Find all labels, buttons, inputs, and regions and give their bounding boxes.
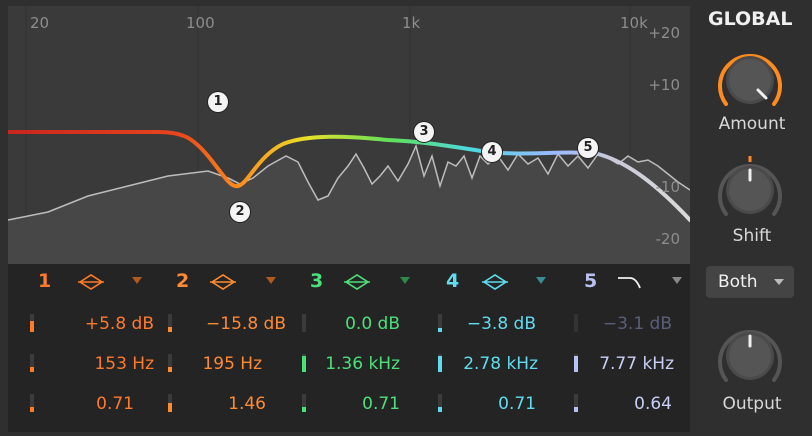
- band-header-4: 4: [446, 270, 556, 296]
- mode-dropdown-value: Both: [718, 272, 758, 292]
- output-knob[interactable]: [712, 318, 788, 394]
- freq-meter-1: [30, 354, 34, 372]
- band-menu-arrow-1[interactable]: [132, 277, 142, 284]
- shift-label: Shift: [732, 226, 772, 246]
- band-node-2[interactable]: 2: [230, 202, 250, 222]
- band-node-5[interactable]: 5: [578, 138, 598, 158]
- q-meter-2: [168, 394, 172, 412]
- freq-value-1[interactable]: 153 Hz: [44, 354, 154, 374]
- band-number-3: 3: [310, 270, 324, 292]
- band-number-5: 5: [584, 270, 598, 292]
- chevron-down-icon: [774, 279, 784, 285]
- gain-meter-5: [574, 314, 578, 332]
- output-label: Output: [722, 394, 782, 414]
- band-header-2: 2: [176, 270, 286, 296]
- band-header-1: 1: [38, 270, 148, 296]
- q-value-2[interactable]: 1.46: [176, 394, 266, 414]
- band-number-1: 1: [38, 270, 52, 292]
- shift-knob[interactable]: [712, 152, 788, 228]
- lowpass-filter-icon[interactable]: [616, 272, 642, 292]
- gain-value-1[interactable]: +5.8 dB: [44, 314, 154, 334]
- band-node-4[interactable]: 4: [482, 142, 502, 162]
- band-node-1[interactable]: 1: [208, 92, 228, 112]
- q-value-4[interactable]: 0.71: [444, 394, 536, 414]
- freq-value-5[interactable]: 7.77 kHz: [582, 354, 674, 374]
- bell-filter-icon[interactable]: [78, 272, 104, 292]
- amount-label: Amount: [718, 114, 786, 134]
- bell-filter-icon[interactable]: [344, 272, 370, 292]
- gain-value-5[interactable]: −3.1 dB: [582, 314, 672, 334]
- freq-meter-4: [438, 354, 442, 372]
- freq-meter-2: [168, 354, 172, 372]
- gain-value-2[interactable]: −15.8 dB: [176, 314, 286, 334]
- eq-plugin-window: 20 100 1k 10k +20 +10 -10 -20 1 2 3 4 5 …: [0, 0, 812, 436]
- gain-meter-3: [302, 314, 306, 332]
- global-panel: GLOBAL Amount Shift Both Output: [698, 0, 812, 436]
- band-menu-arrow-2[interactable]: [266, 277, 276, 284]
- q-meter-3: [302, 394, 306, 412]
- freq-meter-3: [302, 354, 306, 372]
- eq-graph[interactable]: 20 100 1k 10k +20 +10 -10 -20 1 2 3 4 5: [8, 6, 690, 264]
- freq-label-20: 20: [30, 14, 50, 32]
- band-menu-arrow-5[interactable]: [672, 277, 682, 284]
- freq-label-10k: 10k: [620, 14, 648, 32]
- gain-meter-2: [168, 314, 172, 332]
- mode-dropdown[interactable]: Both: [706, 266, 794, 298]
- freq-value-3[interactable]: 1.36 kHz: [308, 354, 400, 374]
- band-node-3[interactable]: 3: [414, 122, 434, 142]
- gain-value-4[interactable]: −3.8 dB: [442, 314, 536, 334]
- gain-value-3[interactable]: 0.0 dB: [310, 314, 400, 334]
- band-menu-arrow-4[interactable]: [536, 277, 546, 284]
- band-number-2: 2: [176, 270, 190, 292]
- global-title: GLOBAL: [708, 8, 793, 30]
- gain-meter-1: [30, 314, 34, 332]
- q-meter-4: [438, 394, 442, 412]
- bell-filter-icon[interactable]: [210, 272, 236, 292]
- freq-label-100: 100: [186, 14, 215, 32]
- freq-value-2[interactable]: 195 Hz: [176, 354, 262, 374]
- band-menu-arrow-3[interactable]: [400, 277, 410, 284]
- freq-meter-5: [574, 354, 578, 372]
- eq-curve-svg: [8, 6, 690, 264]
- freq-label-1k: 1k: [402, 14, 421, 32]
- amount-knob[interactable]: [712, 42, 788, 118]
- band-number-4: 4: [446, 270, 460, 292]
- q-value-5[interactable]: 0.64: [582, 394, 672, 414]
- q-meter-1: [30, 394, 34, 412]
- db-label-minus20: -20: [655, 230, 681, 248]
- db-label-plus10: +10: [648, 76, 680, 94]
- db-label-minus10: -10: [655, 178, 681, 196]
- q-meter-5: [574, 394, 578, 412]
- band-header-5: 5: [584, 270, 688, 296]
- bell-filter-icon[interactable]: [482, 272, 508, 292]
- band-parameters: 1 2 3 4 5 +5.8 dB −15.8 dB 0.0 dB −3.8 d…: [8, 264, 690, 432]
- q-value-3[interactable]: 0.71: [310, 394, 400, 414]
- freq-value-4[interactable]: 2.78 kHz: [444, 354, 538, 374]
- band-header-3: 3: [310, 270, 420, 296]
- db-label-plus20: +20: [648, 24, 680, 42]
- q-value-1[interactable]: 0.71: [44, 394, 134, 414]
